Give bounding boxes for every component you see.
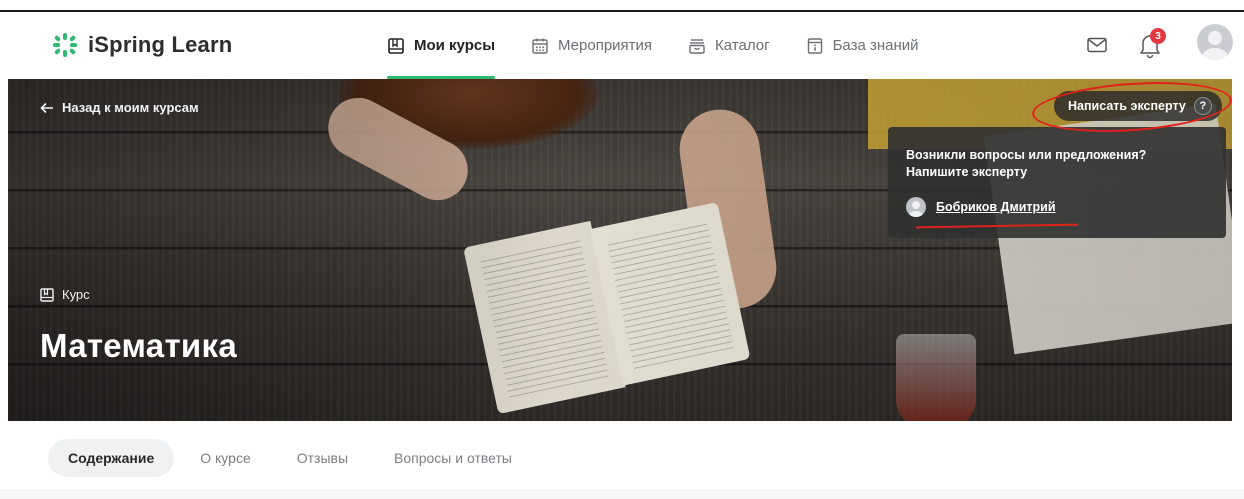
expert-link[interactable]: Бобриков Дмитрий <box>906 197 1056 217</box>
expert-avatar-icon <box>906 197 926 217</box>
app-logo[interactable]: iSpring Learn <box>52 32 232 58</box>
back-to-courses-link[interactable]: Назад к моим курсам <box>40 100 199 115</box>
popup-message: Возникли вопросы или предложения? Напиши… <box>906 148 1147 179</box>
back-link-label: Назад к моим курсам <box>62 100 199 115</box>
nav-knowledge-base[interactable]: База знаний <box>806 12 919 79</box>
content-area-edge <box>0 489 1244 499</box>
top-header: iSpring Learn Мои курсы Мероприятия Ката… <box>0 12 1244 79</box>
tab-contents[interactable]: Содержание <box>48 439 175 477</box>
main-nav: Мои курсы Мероприятия Каталог База знани… <box>387 12 955 79</box>
nav-label: Мои курсы <box>414 37 496 54</box>
book-icon <box>388 37 404 54</box>
nav-label: База знаний <box>832 37 919 54</box>
notifications-button[interactable]: 3 <box>1136 28 1166 60</box>
expert-name: Бобриков Дмитрий <box>936 200 1056 214</box>
nav-label: Мероприятия <box>558 37 653 54</box>
tab-about[interactable]: О курсе <box>180 439 270 477</box>
tab-questions[interactable]: Вопросы и ответы <box>374 439 532 477</box>
nav-my-courses[interactable]: Мои курсы <box>387 12 496 79</box>
course-type-label: Курс <box>40 287 90 302</box>
course-type-text: Курс <box>62 287 90 302</box>
spring-logo-icon <box>53 33 77 57</box>
calendar-icon <box>532 38 548 54</box>
tab-reviews[interactable]: Отзывы <box>277 439 368 477</box>
user-avatar-icon <box>1202 31 1228 60</box>
course-title: Математика <box>40 327 237 364</box>
app-name: iSpring Learn <box>88 32 233 57</box>
arrow-left-icon <box>40 102 53 113</box>
nav-label: Каталог <box>715 37 770 54</box>
nav-catalog[interactable]: Каталог <box>688 12 770 79</box>
mail-icon[interactable] <box>1086 34 1108 56</box>
course-hero: Назад к моим курсам Курс Математика Напи… <box>8 79 1232 421</box>
notification-badge: 3 <box>1150 28 1166 44</box>
book-icon <box>40 287 54 302</box>
catalog-icon <box>689 38 705 54</box>
nav-events[interactable]: Мероприятия <box>531 12 652 79</box>
knowledge-icon <box>807 37 822 54</box>
expert-popup: Возникли вопросы или предложения? Напиши… <box>888 127 1226 238</box>
course-tabs: Содержание О курсе Отзывы Вопросы и отве… <box>48 439 532 477</box>
user-avatar[interactable] <box>1197 24 1233 60</box>
